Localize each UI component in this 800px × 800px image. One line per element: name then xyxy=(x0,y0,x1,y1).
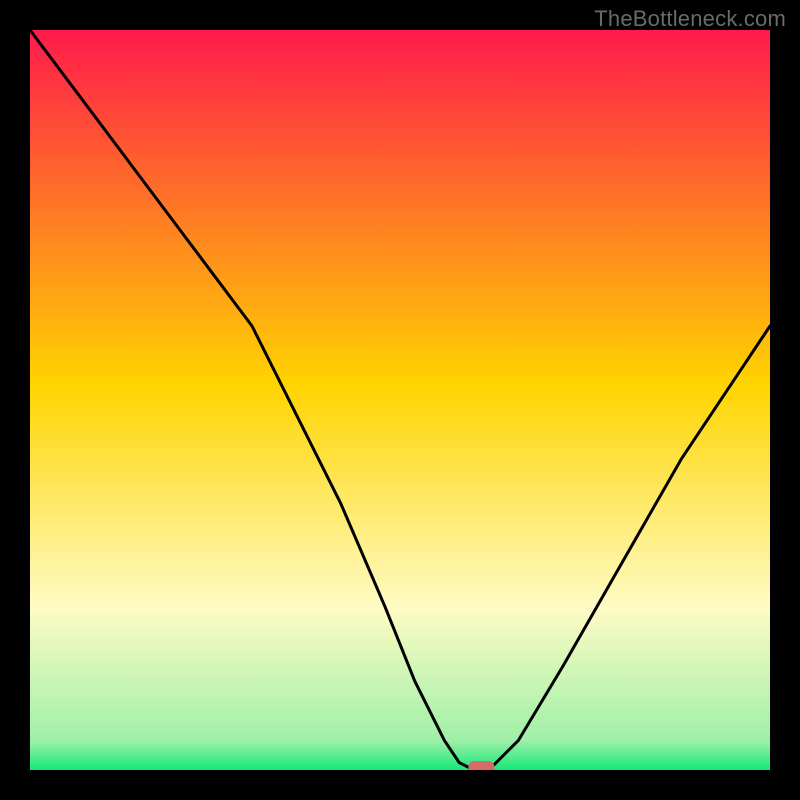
optimal-marker xyxy=(468,761,494,770)
chart-frame: TheBottleneck.com xyxy=(0,0,800,800)
plot-svg xyxy=(30,30,770,770)
gradient-background xyxy=(30,30,770,770)
watermark-text: TheBottleneck.com xyxy=(594,6,786,32)
plot-area xyxy=(30,30,770,770)
